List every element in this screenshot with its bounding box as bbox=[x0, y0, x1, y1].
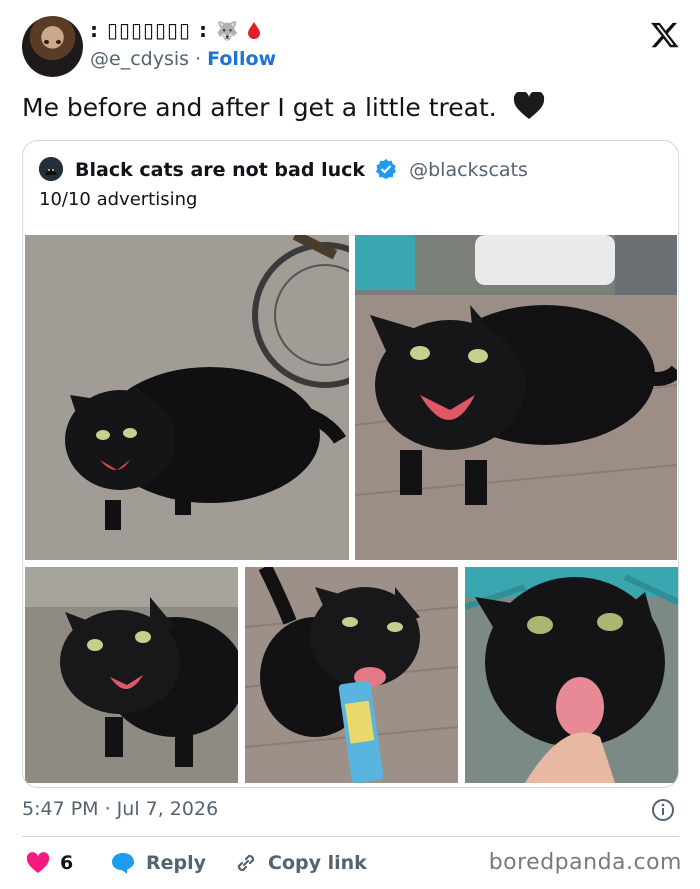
quoted-avatar[interactable] bbox=[39, 157, 63, 181]
cat-photo-1[interactable] bbox=[25, 235, 349, 560]
watermark: boredpanda.com bbox=[488, 850, 682, 875]
reply-label: Reply bbox=[146, 852, 207, 874]
copy-link-button[interactable]: Copy link bbox=[234, 848, 367, 878]
quoted-header: Black cats are not bad luck @blackscats bbox=[39, 157, 528, 183]
cat-photo-4[interactable] bbox=[245, 567, 458, 783]
cat-photo-3[interactable] bbox=[25, 567, 238, 783]
quoted-handle[interactable]: @blackscats bbox=[409, 159, 528, 181]
copy-link-label: Copy link bbox=[268, 852, 367, 874]
tweet-timestamp[interactable]: 5:47 PM · Jul 7, 2026 bbox=[22, 798, 218, 820]
like-count: 6 bbox=[60, 852, 74, 874]
link-icon bbox=[237, 854, 255, 872]
cat-photo-5[interactable] bbox=[465, 567, 678, 783]
tweet-text-row: Me before and after I get a little treat… bbox=[22, 92, 545, 122]
tweet-text: Me before and after I get a little treat… bbox=[22, 93, 497, 122]
author-avatar[interactable] bbox=[22, 16, 83, 77]
tweet-header: : ▯▯▯▯▯▯▯ : 🐺 @e_cdysis · Follow bbox=[22, 16, 682, 78]
blood-drop-icon bbox=[248, 22, 261, 39]
wolf-emoji-icon: 🐺 bbox=[215, 21, 240, 42]
heart-icon bbox=[26, 852, 50, 873]
quoted-text: 10/10 advertising bbox=[39, 189, 198, 210]
separator: · bbox=[195, 48, 202, 70]
like-button[interactable]: 6 bbox=[26, 848, 73, 878]
quoted-tweet-card[interactable]: Black cats are not bad luck @blackscats … bbox=[22, 140, 679, 788]
info-icon[interactable] bbox=[651, 798, 675, 822]
author-handle[interactable]: @e_cdysis bbox=[90, 48, 189, 70]
reply-button[interactable]: Reply bbox=[110, 848, 206, 878]
cat-photo-2[interactable] bbox=[355, 235, 677, 560]
reply-bubble-icon bbox=[112, 853, 134, 874]
x-logo-icon[interactable] bbox=[650, 20, 680, 50]
author-display-name-row[interactable]: : ▯▯▯▯▯▯▯ : 🐺 bbox=[90, 18, 261, 42]
divider bbox=[22, 836, 679, 837]
follow-button[interactable]: Follow bbox=[207, 48, 276, 70]
quoted-name[interactable]: Black cats are not bad luck bbox=[75, 159, 365, 181]
black-heart-icon bbox=[513, 92, 544, 119]
author-handle-row: @e_cdysis · Follow bbox=[90, 48, 276, 70]
author-display-name[interactable]: : ▯▯▯▯▯▯▯ : bbox=[90, 18, 208, 42]
verified-badge-icon bbox=[376, 159, 397, 179]
